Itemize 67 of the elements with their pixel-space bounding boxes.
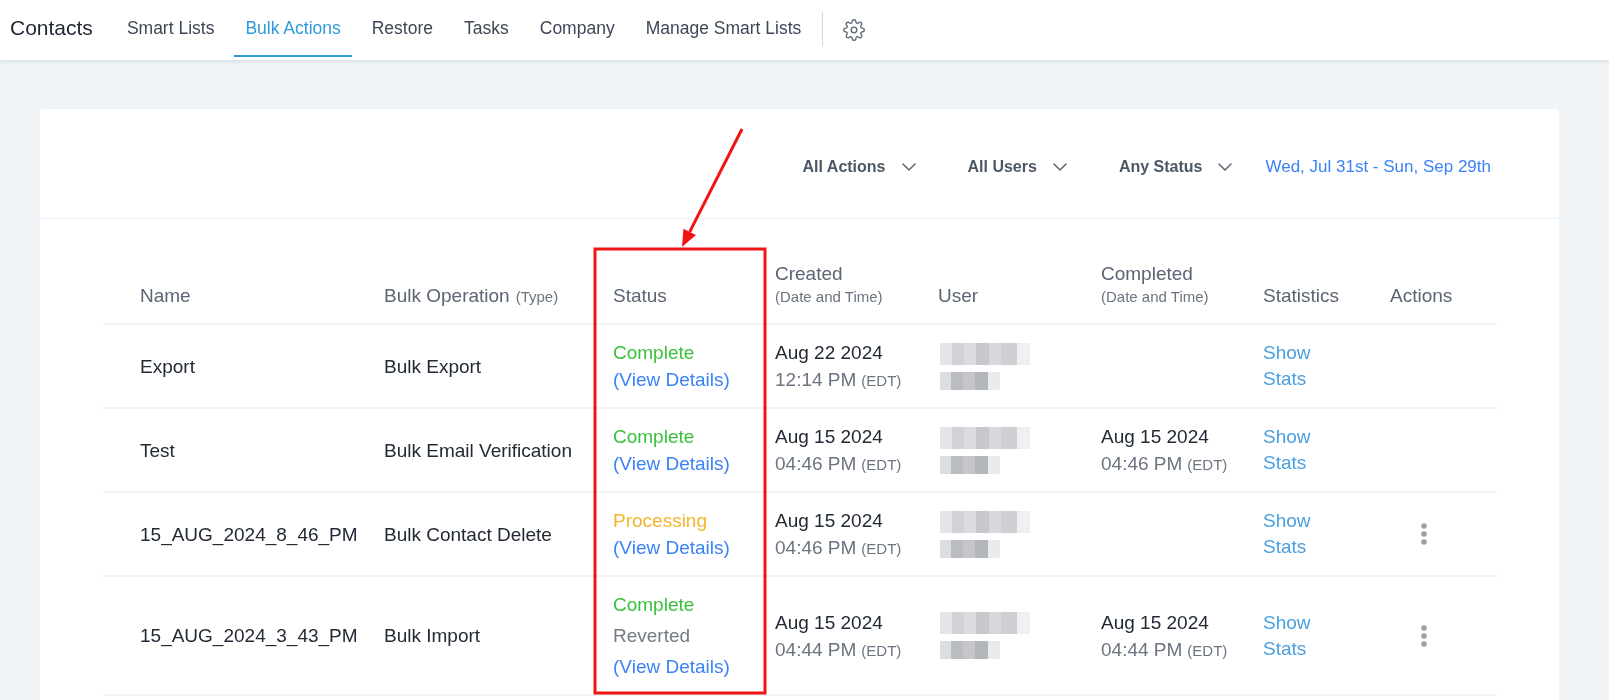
column-note: (Date and Time) — [775, 287, 883, 307]
time-zone: (EDT) — [1187, 456, 1228, 473]
status-text: Complete — [613, 593, 695, 617]
app-title: Contacts — [10, 15, 93, 40]
show-stats-link[interactable]: Show Stats — [1263, 424, 1311, 476]
time-zone: (EDT) — [1187, 641, 1228, 659]
column-header: Status — [613, 284, 667, 308]
time-zone: (EDT) — [861, 641, 902, 659]
completed-time: 04:44 PM — [1101, 637, 1183, 662]
show-stats-link[interactable]: Show Stats — [1263, 508, 1311, 560]
status-text: Reverted — [613, 624, 691, 648]
filter-dropdown[interactable]: Any Status — [1118, 157, 1233, 176]
date-range-link[interactable]: Wed, Jul 31st - Sun, Sep 29th — [1265, 156, 1491, 177]
kebab-menu-icon[interactable] — [1421, 624, 1427, 647]
action-name: 15_AUG_2024_8_46_PM — [140, 522, 358, 548]
action-name: Export — [140, 354, 195, 379]
status-text: Processing — [613, 509, 707, 533]
chevron-down-icon — [1218, 162, 1233, 171]
status-text: Complete — [613, 425, 695, 449]
created-date: Aug 22 2024 — [775, 341, 883, 365]
show-stats-link[interactable]: Show Stats — [1263, 340, 1311, 392]
column-header: Name — [140, 284, 191, 308]
kebab-menu-icon[interactable] — [1421, 523, 1427, 545]
created-time: 12:14 PM — [775, 368, 857, 392]
filter-dropdown[interactable]: All Actions — [802, 157, 916, 176]
column-header: Actions — [1390, 284, 1453, 308]
chevron-down-icon — [1052, 162, 1067, 171]
completed-date: Aug 15 2024 — [1101, 610, 1209, 635]
operation-type: Bulk Export — [384, 354, 482, 379]
created-date: Aug 15 2024 — [775, 610, 883, 635]
column-header: User — [938, 284, 979, 308]
action-name: 15_AUG_2024_3_43_PM — [140, 624, 358, 649]
nav-tab[interactable]: Manage Smart Lists — [634, 0, 813, 57]
column-header: Statistics — [1263, 284, 1340, 308]
column-header: Completed — [1101, 262, 1193, 286]
settings-icon[interactable] — [843, 19, 866, 41]
created-time: 04:46 PM — [775, 536, 857, 560]
view-details-link[interactable]: (View Details) — [613, 534, 730, 561]
operation-type: Bulk Import — [384, 624, 481, 648]
created-date: Aug 15 2024 — [775, 509, 883, 533]
nav-tab[interactable]: Company — [528, 0, 626, 57]
column-header: Bulk Operation — [384, 284, 510, 308]
completed-date: Aug 15 2024 — [1101, 425, 1209, 449]
nav-tab[interactable]: Smart Lists — [115, 0, 226, 57]
nav-tab[interactable]: Tasks — [453, 0, 520, 57]
completed-time: 04:46 PM — [1101, 452, 1183, 476]
status-text: Complete — [613, 341, 695, 365]
column-note: (Date and Time) — [1101, 287, 1209, 307]
time-zone: (EDT) — [861, 540, 902, 557]
show-stats-link[interactable]: Show Stats — [1263, 609, 1311, 662]
view-details-link[interactable]: (View Details) — [613, 653, 730, 680]
time-zone: (EDT) — [861, 372, 902, 389]
action-name: Test — [140, 438, 175, 463]
time-zone: (EDT) — [861, 456, 902, 473]
operation-type: Bulk Contact Delete — [384, 522, 552, 547]
chevron-down-icon — [901, 162, 916, 171]
column-note: (Type) — [515, 287, 559, 307]
nav-tab[interactable]: Bulk Actions — [234, 0, 352, 57]
operation-type: Bulk Email Verification — [384, 438, 572, 463]
created-time: 04:46 PM — [775, 452, 857, 476]
created-date: Aug 15 2024 — [775, 425, 883, 449]
filter-dropdown[interactable]: All Users — [967, 157, 1067, 176]
nav-tab[interactable]: Restore — [360, 0, 444, 57]
view-details-link[interactable]: (View Details) — [613, 366, 730, 393]
created-time: 04:44 PM — [775, 637, 857, 662]
column-header: Created — [775, 262, 843, 286]
view-details-link[interactable]: (View Details) — [613, 450, 730, 477]
